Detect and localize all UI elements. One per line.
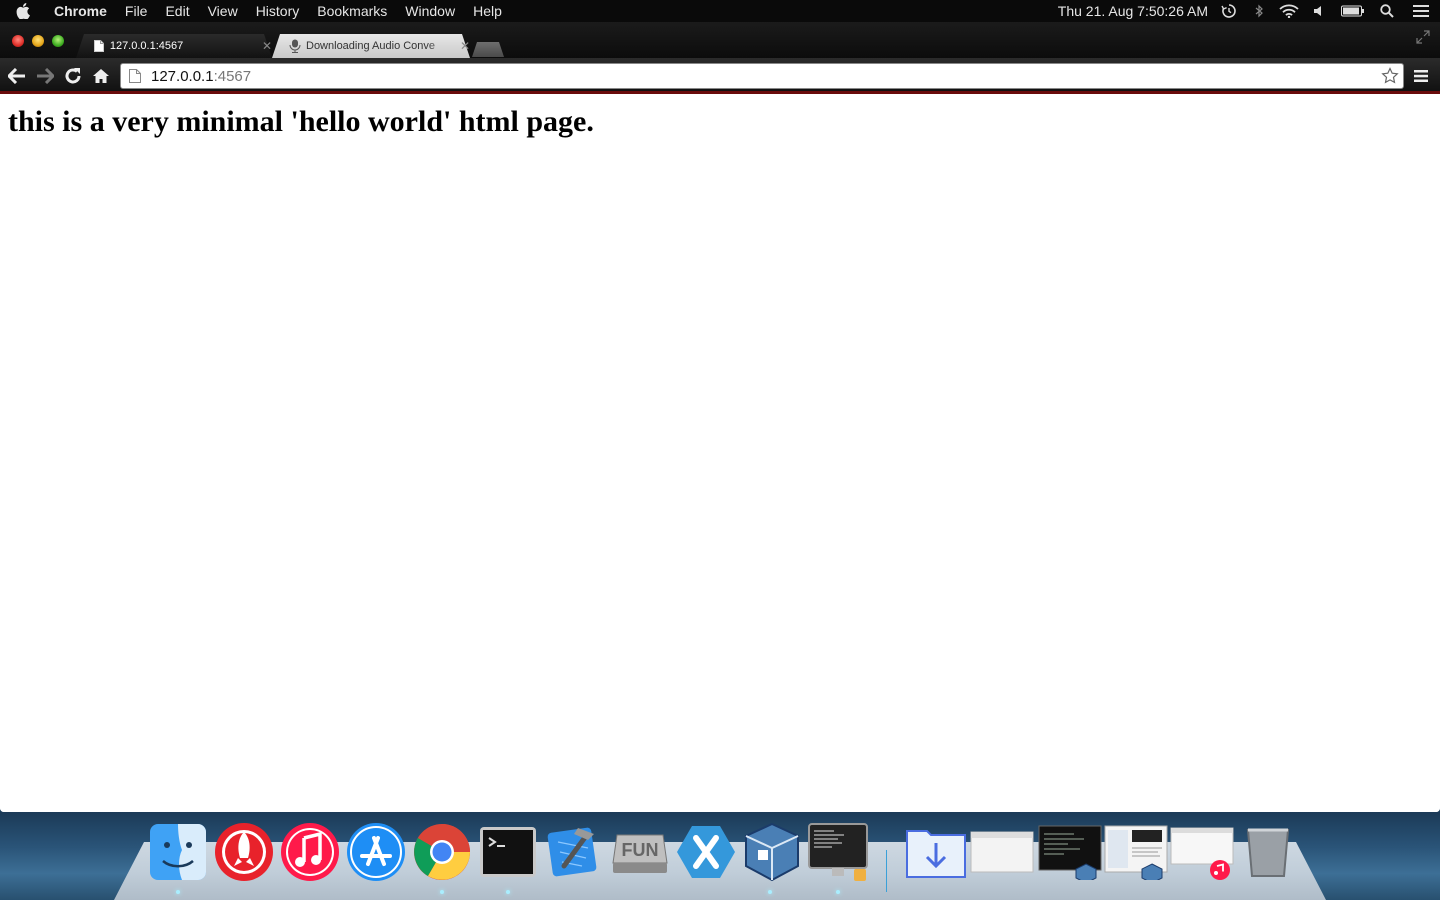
notification-center-icon[interactable] (1402, 0, 1440, 22)
menu-file[interactable]: File (116, 0, 157, 22)
microphone-icon (288, 39, 302, 53)
terminal-icon[interactable] (478, 822, 538, 882)
launchpad-icon[interactable] (214, 822, 274, 882)
downloads-folder-icon[interactable] (906, 822, 966, 882)
forward-button[interactable] (33, 64, 57, 88)
tab-label: Downloading Audio Conve (306, 40, 436, 52)
menu-bookmarks[interactable]: Bookmarks (308, 0, 396, 22)
bluetooth-icon[interactable] (1244, 0, 1274, 22)
spotlight-search-icon[interactable] (1372, 0, 1402, 22)
console-running-indicator (836, 890, 840, 894)
chrome-menu-button[interactable] (1410, 64, 1434, 88)
menu-app-name[interactable]: Chrome (46, 0, 116, 22)
menu-edit[interactable]: Edit (156, 0, 198, 22)
page-heading: this is a very minimal 'hello world' htm… (8, 105, 594, 138)
bookmark-star-icon[interactable] (1381, 67, 1399, 89)
tab-localhost[interactable]: 127.0.0.1:4567 ✕ (76, 34, 272, 58)
trash-icon[interactable] (1238, 822, 1298, 882)
url-port: :4567 (213, 67, 252, 85)
tab-close-icon[interactable]: ✕ (460, 39, 470, 53)
tab-label: 127.0.0.1:4567 (109, 40, 184, 52)
page-info-icon[interactable] (129, 69, 141, 83)
tab-close-icon[interactable]: ✕ (262, 39, 272, 53)
time-machine-icon[interactable] (1214, 0, 1244, 22)
dock-separator (886, 850, 887, 892)
reload-button[interactable] (61, 64, 85, 88)
window-minimize-button[interactable] (32, 35, 44, 47)
page-icon (92, 39, 106, 53)
browser-toolbar: 127.0.0.1:4567 (0, 58, 1440, 94)
browser-window: 127.0.0.1:4567 ✕ Downloading Audio Conve… (0, 22, 1440, 812)
wifi-icon[interactable] (1274, 0, 1304, 22)
virtualbox-running-indicator (768, 890, 772, 894)
virtualbox-icon[interactable] (742, 822, 802, 882)
itunes-icon[interactable] (280, 822, 340, 882)
menu-view[interactable]: View (199, 0, 247, 22)
minimized-window-1[interactable] (970, 822, 1034, 882)
minimized-window-2[interactable] (1038, 822, 1102, 882)
battery-icon[interactable] (1334, 0, 1372, 22)
xcode-icon[interactable] (544, 822, 604, 882)
menubar-clock[interactable]: Thu 21. Aug 7:50:26 AM (1052, 0, 1214, 22)
terminal-running-indicator (506, 890, 510, 894)
chrome-icon[interactable] (412, 822, 472, 882)
finder-running-indicator (176, 890, 180, 894)
fun-drive-icon[interactable]: FUN (610, 822, 670, 882)
new-tab-button[interactable] (472, 42, 504, 57)
address-bar[interactable]: 127.0.0.1:4567 (120, 63, 1404, 89)
menu-help[interactable]: Help (464, 0, 511, 22)
minimized-window-4[interactable] (1170, 822, 1234, 882)
home-button[interactable] (89, 64, 113, 88)
apple-menu-icon[interactable] (0, 3, 46, 19)
window-close-button[interactable] (12, 35, 24, 47)
chrome-running-indicator (440, 890, 444, 894)
url-host: 127.0.0.1 (151, 67, 214, 85)
svg-text:FUN: FUN (622, 840, 659, 860)
back-button[interactable] (5, 64, 29, 88)
console-icon[interactable] (808, 822, 868, 882)
tab-downloading-audio[interactable]: Downloading Audio Conve ✕ (272, 34, 470, 58)
menu-history[interactable]: History (247, 0, 309, 22)
app-store-icon[interactable] (346, 822, 406, 882)
finder-icon[interactable] (148, 822, 208, 882)
page-content: this is a very minimal 'hello world' htm… (0, 94, 1440, 812)
fullscreen-icon[interactable] (1416, 30, 1430, 49)
menu-bar: Chrome File Edit View History Bookmarks … (0, 0, 1440, 22)
minimized-window-3[interactable] (1104, 822, 1168, 882)
window-zoom-button[interactable] (52, 35, 64, 47)
volume-icon[interactable] (1304, 0, 1334, 22)
tab-strip: 127.0.0.1:4567 ✕ Downloading Audio Conve… (0, 22, 1440, 58)
menu-window[interactable]: Window (396, 0, 464, 22)
xamarin-icon[interactable] (676, 822, 736, 882)
